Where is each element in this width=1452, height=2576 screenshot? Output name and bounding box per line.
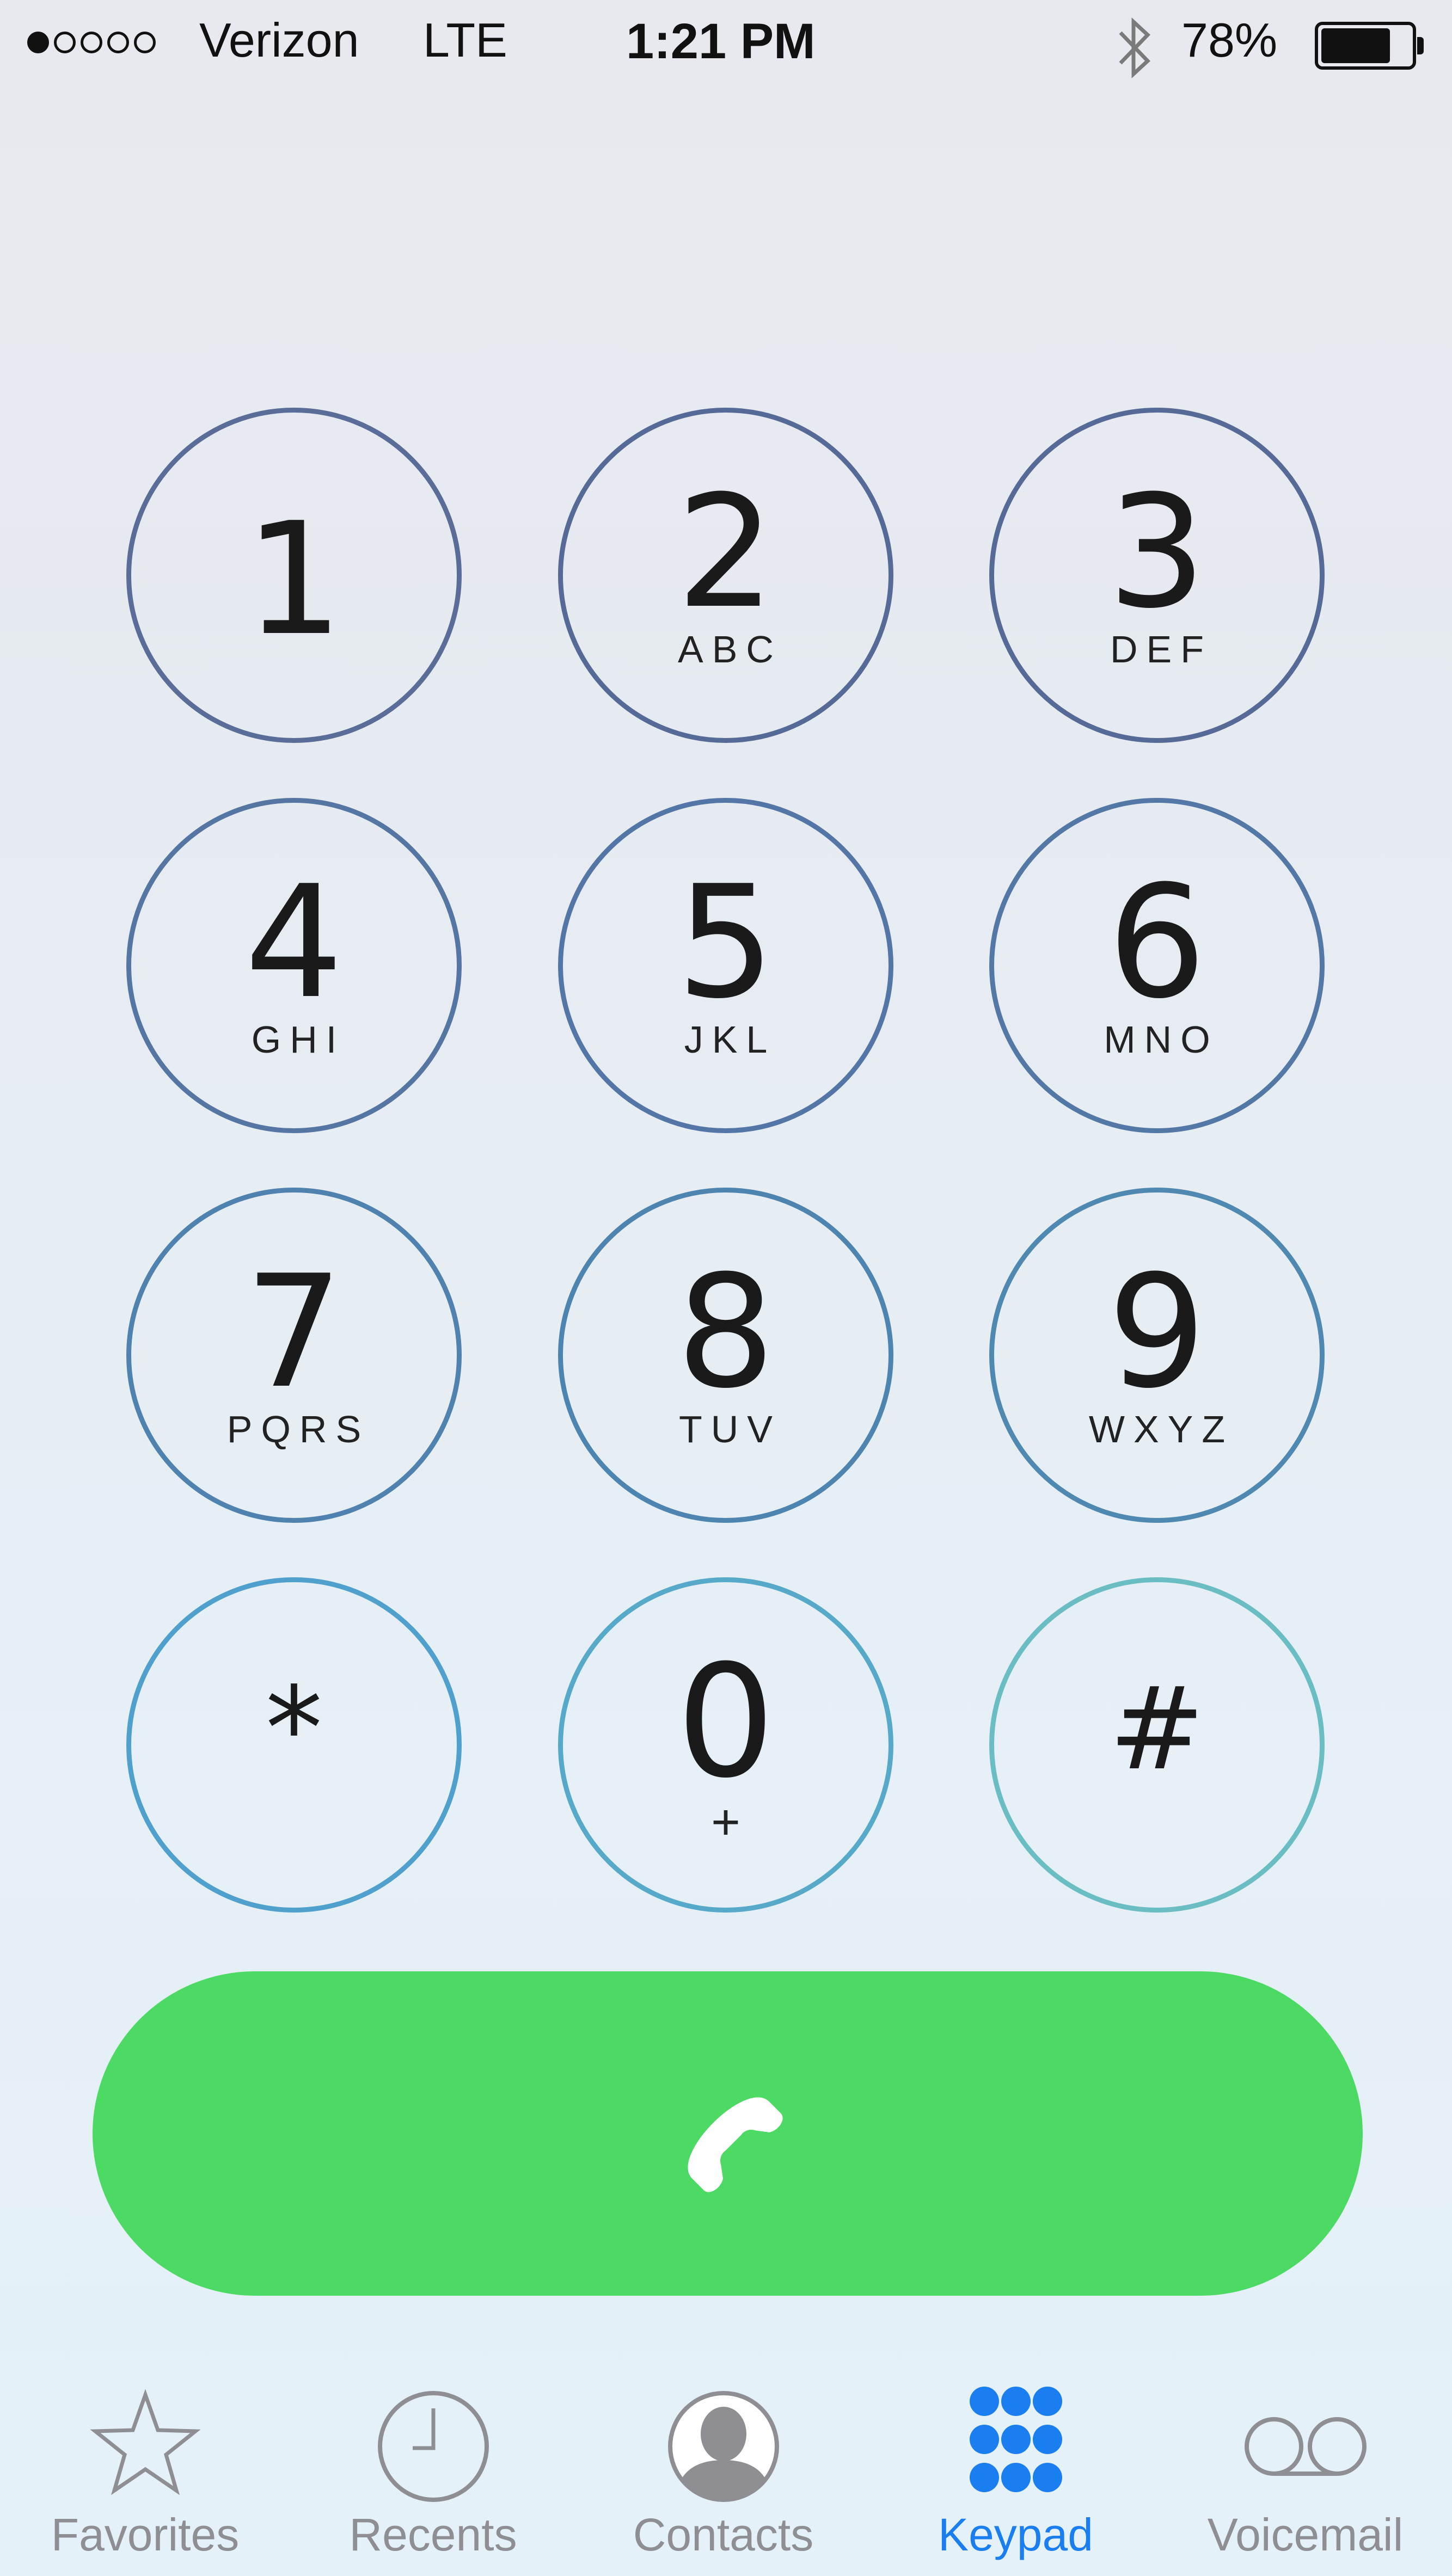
key-letters: JKL (684, 1018, 776, 1061)
key-digit: 8 (676, 1242, 775, 1423)
key-1[interactable]: 1 (126, 408, 462, 743)
key-5[interactable]: 5 JKL (558, 798, 893, 1133)
key-letters: TUV (679, 1408, 781, 1450)
key-digit: 5 (676, 852, 775, 1033)
key-pound[interactable]: # (989, 1577, 1325, 1913)
keypad-grid-icon (969, 2387, 1062, 2492)
tab-recents[interactable]: Recents (288, 2335, 578, 2576)
keypad: 1 2 ABC 3 DEF 4 GHI 5 JKL 6 MNO 7 PQRS 8 TUV 9 WXYZ * 0 + # (0, 0, 1452, 1959)
tab-voicemail[interactable]: Voicemail (1160, 2335, 1450, 2576)
key-letters: WXYZ (1088, 1408, 1234, 1450)
key-letters: GHI (251, 1018, 346, 1061)
key-letters: DEF (1110, 628, 1212, 671)
key-3[interactable]: 3 DEF (989, 408, 1325, 743)
phone-icon (688, 2097, 783, 2192)
key-digit: 0 (676, 1632, 775, 1812)
key-star[interactable]: * (126, 1577, 462, 1913)
tab-label: Favorites (51, 2509, 240, 2560)
tab-label: Keypad (938, 2509, 1093, 2560)
key-7[interactable]: 7 PQRS (126, 1188, 462, 1523)
key-digit: 7 (244, 1242, 344, 1423)
key-letters: + (711, 1794, 740, 1850)
key-digit: 4 (244, 852, 344, 1033)
tab-label: Contacts (633, 2509, 814, 2560)
tab-label: Recents (349, 2509, 517, 2560)
key-digit: * (265, 1662, 323, 1796)
tab-label: Voicemail (1207, 2509, 1404, 2560)
tab-favorites[interactable]: Favorites (0, 2335, 290, 2576)
key-4[interactable]: 4 GHI (126, 798, 462, 1133)
clock-icon (377, 2391, 489, 2502)
voicemail-icon (1244, 2417, 1367, 2476)
key-8[interactable]: 8 TUV (558, 1188, 893, 1523)
key-digit: 3 (1107, 462, 1206, 643)
key-digit: 2 (676, 462, 775, 643)
key-digit: 1 (244, 489, 344, 670)
key-letters: PQRS (226, 1408, 370, 1450)
key-digit: 6 (1107, 852, 1206, 1033)
key-0[interactable]: 0 + (558, 1577, 893, 1913)
key-2[interactable]: 2 ABC (558, 408, 893, 743)
key-digit: # (1109, 1662, 1205, 1796)
tab-keypad[interactable]: Keypad (871, 2335, 1161, 2576)
tab-contacts[interactable]: Contacts (578, 2335, 868, 2576)
key-6[interactable]: 6 MNO (989, 798, 1325, 1133)
contact-silhouette-icon (667, 2391, 779, 2502)
key-letters: ABC (678, 628, 782, 671)
key-letters: MNO (1104, 1018, 1219, 1061)
star-icon (89, 2389, 201, 2495)
key-digit: 9 (1107, 1242, 1206, 1423)
key-9[interactable]: 9 WXYZ (989, 1188, 1325, 1523)
